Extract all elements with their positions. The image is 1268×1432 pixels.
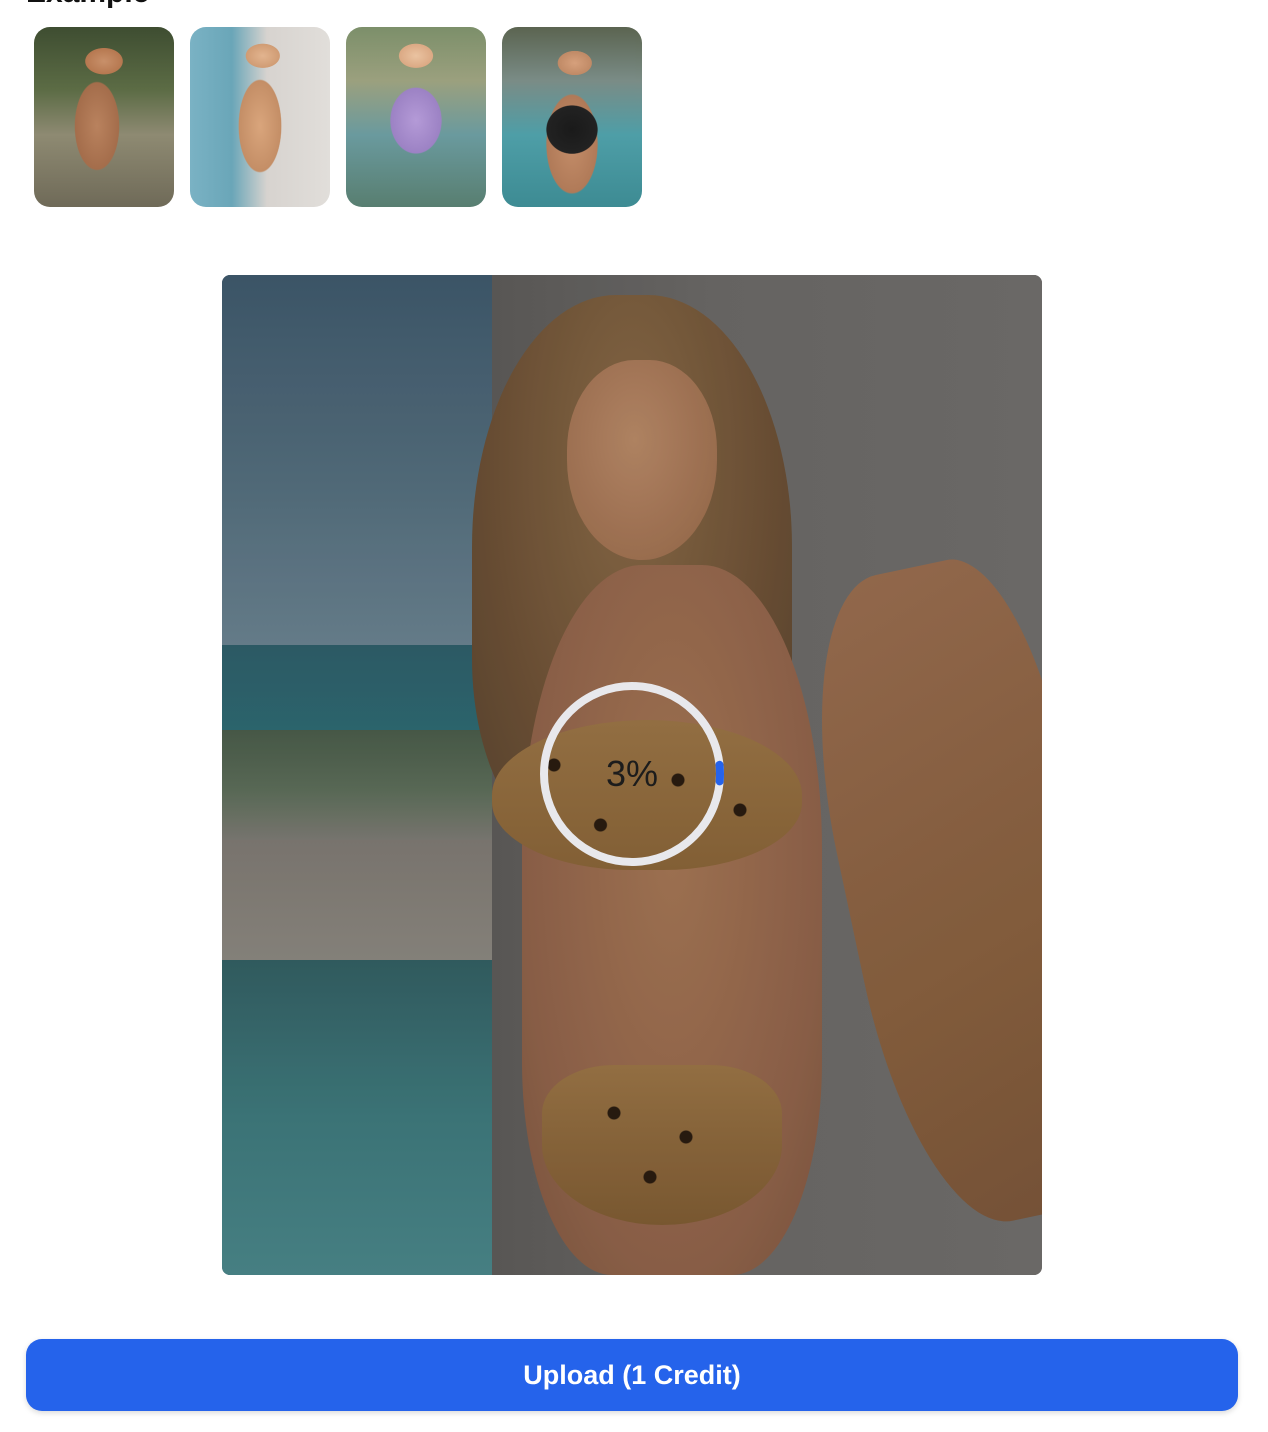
- progress-percent-label: 3%: [605, 753, 659, 794]
- page: Example 3% Upload (1 Credit): [0, 0, 1268, 1432]
- example-thumbnail-2[interactable]: [190, 27, 330, 207]
- upload-button[interactable]: Upload (1 Credit): [26, 1339, 1238, 1411]
- example-thumbnail-1[interactable]: [34, 27, 174, 207]
- example-thumbnail-4[interactable]: [502, 27, 642, 207]
- progress-ring: 3%: [538, 680, 726, 868]
- example-thumbnails: [34, 27, 642, 207]
- example-thumbnail-3[interactable]: [346, 27, 486, 207]
- examples-title: Example: [26, 0, 149, 8]
- uploaded-image-preview: 3%: [222, 275, 1042, 1275]
